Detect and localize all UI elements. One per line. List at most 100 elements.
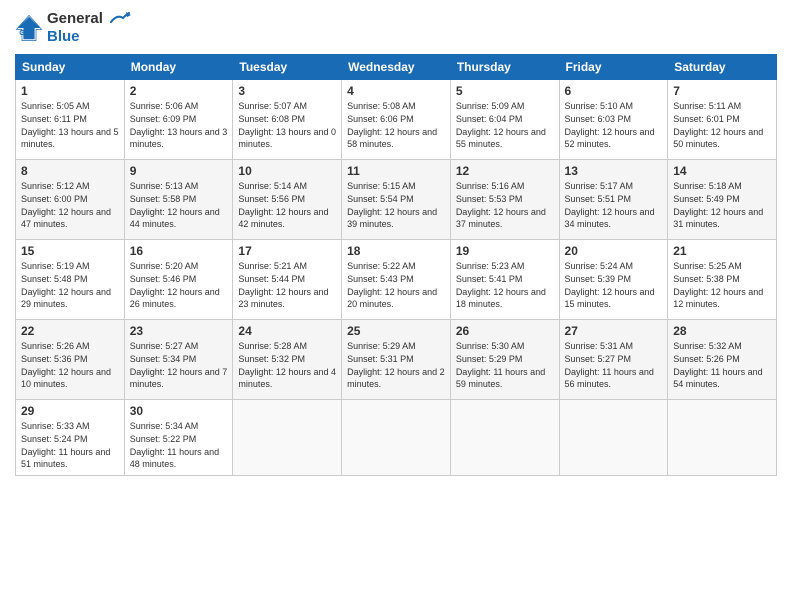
day-content: Sunrise: 5:31 AMSunset: 5:27 PMDaylight:… (565, 340, 663, 390)
calendar-cell: 1 Sunrise: 5:05 AMSunset: 6:11 PMDayligh… (16, 80, 125, 160)
weekday-header-monday: Monday (124, 55, 233, 80)
calendar-cell: 22 Sunrise: 5:26 AMSunset: 5:36 PMDaylig… (16, 320, 125, 400)
day-content: Sunrise: 5:30 AMSunset: 5:29 PMDaylight:… (456, 340, 554, 390)
day-number: 27 (565, 324, 663, 338)
day-number: 1 (21, 84, 119, 98)
day-content: Sunrise: 5:14 AMSunset: 5:56 PMDaylight:… (238, 180, 336, 230)
week-row-3: 15 Sunrise: 5:19 AMSunset: 5:48 PMDaylig… (16, 240, 777, 320)
calendar-cell (559, 400, 668, 475)
calendar-cell: 9 Sunrise: 5:13 AMSunset: 5:58 PMDayligh… (124, 160, 233, 240)
day-number: 9 (130, 164, 228, 178)
calendar-cell: 24 Sunrise: 5:28 AMSunset: 5:32 PMDaylig… (233, 320, 342, 400)
day-number: 15 (21, 244, 119, 258)
calendar-cell (450, 400, 559, 475)
day-content: Sunrise: 5:18 AMSunset: 5:49 PMDaylight:… (673, 180, 771, 230)
day-content: Sunrise: 5:23 AMSunset: 5:41 PMDaylight:… (456, 260, 554, 310)
day-content: Sunrise: 5:24 AMSunset: 5:39 PMDaylight:… (565, 260, 663, 310)
logo: G General Blue (15, 10, 131, 46)
day-number: 22 (21, 324, 119, 338)
calendar-cell: 17 Sunrise: 5:21 AMSunset: 5:44 PMDaylig… (233, 240, 342, 320)
day-content: Sunrise: 5:16 AMSunset: 5:53 PMDaylight:… (456, 180, 554, 230)
day-number: 25 (347, 324, 445, 338)
day-number: 14 (673, 164, 771, 178)
day-number: 29 (21, 404, 119, 418)
day-number: 18 (347, 244, 445, 258)
page: G General Blue SundayMondayTuesdayWednes… (0, 0, 792, 612)
calendar-cell: 13 Sunrise: 5:17 AMSunset: 5:51 PMDaylig… (559, 160, 668, 240)
calendar-cell: 28 Sunrise: 5:32 AMSunset: 5:26 PMDaylig… (668, 320, 777, 400)
logo-text-block: General Blue (47, 10, 131, 46)
calendar-cell: 11 Sunrise: 5:15 AMSunset: 5:54 PMDaylig… (342, 160, 451, 240)
day-number: 16 (130, 244, 228, 258)
day-content: Sunrise: 5:26 AMSunset: 5:36 PMDaylight:… (21, 340, 119, 390)
calendar-cell: 3 Sunrise: 5:07 AMSunset: 6:08 PMDayligh… (233, 80, 342, 160)
weekday-header-tuesday: Tuesday (233, 55, 342, 80)
day-number: 20 (565, 244, 663, 258)
day-content: Sunrise: 5:11 AMSunset: 6:01 PMDaylight:… (673, 100, 771, 150)
day-content: Sunrise: 5:07 AMSunset: 6:08 PMDaylight:… (238, 100, 336, 150)
day-content: Sunrise: 5:12 AMSunset: 6:00 PMDaylight:… (21, 180, 119, 230)
day-content: Sunrise: 5:13 AMSunset: 5:58 PMDaylight:… (130, 180, 228, 230)
calendar-cell: 10 Sunrise: 5:14 AMSunset: 5:56 PMDaylig… (233, 160, 342, 240)
calendar-cell: 23 Sunrise: 5:27 AMSunset: 5:34 PMDaylig… (124, 320, 233, 400)
day-number: 5 (456, 84, 554, 98)
day-content: Sunrise: 5:19 AMSunset: 5:48 PMDaylight:… (21, 260, 119, 310)
day-number: 6 (565, 84, 663, 98)
day-number: 24 (238, 324, 336, 338)
day-number: 8 (21, 164, 119, 178)
calendar-cell: 14 Sunrise: 5:18 AMSunset: 5:49 PMDaylig… (668, 160, 777, 240)
logo-icon: G (15, 14, 43, 42)
calendar-cell: 18 Sunrise: 5:22 AMSunset: 5:43 PMDaylig… (342, 240, 451, 320)
day-number: 7 (673, 84, 771, 98)
calendar-cell: 19 Sunrise: 5:23 AMSunset: 5:41 PMDaylig… (450, 240, 559, 320)
calendar-cell: 2 Sunrise: 5:06 AMSunset: 6:09 PMDayligh… (124, 80, 233, 160)
calendar-cell: 7 Sunrise: 5:11 AMSunset: 6:01 PMDayligh… (668, 80, 777, 160)
calendar-cell: 4 Sunrise: 5:08 AMSunset: 6:06 PMDayligh… (342, 80, 451, 160)
day-number: 12 (456, 164, 554, 178)
calendar-cell: 30 Sunrise: 5:34 AMSunset: 5:22 PMDaylig… (124, 400, 233, 475)
weekday-header-thursday: Thursday (450, 55, 559, 80)
day-number: 10 (238, 164, 336, 178)
calendar: SundayMondayTuesdayWednesdayThursdayFrid… (15, 54, 777, 475)
calendar-cell (233, 400, 342, 475)
calendar-cell: 26 Sunrise: 5:30 AMSunset: 5:29 PMDaylig… (450, 320, 559, 400)
day-number: 13 (565, 164, 663, 178)
week-row-4: 22 Sunrise: 5:26 AMSunset: 5:36 PMDaylig… (16, 320, 777, 400)
logo-general: General (47, 10, 103, 27)
day-number: 28 (673, 324, 771, 338)
day-content: Sunrise: 5:32 AMSunset: 5:26 PMDaylight:… (673, 340, 771, 390)
weekday-header-friday: Friday (559, 55, 668, 80)
calendar-cell: 20 Sunrise: 5:24 AMSunset: 5:39 PMDaylig… (559, 240, 668, 320)
weekday-header-saturday: Saturday (668, 55, 777, 80)
calendar-cell: 21 Sunrise: 5:25 AMSunset: 5:38 PMDaylig… (668, 240, 777, 320)
day-content: Sunrise: 5:08 AMSunset: 6:06 PMDaylight:… (347, 100, 445, 150)
weekday-header-sunday: Sunday (16, 55, 125, 80)
calendar-cell: 16 Sunrise: 5:20 AMSunset: 5:46 PMDaylig… (124, 240, 233, 320)
day-content: Sunrise: 5:06 AMSunset: 6:09 PMDaylight:… (130, 100, 228, 150)
calendar-cell: 27 Sunrise: 5:31 AMSunset: 5:27 PMDaylig… (559, 320, 668, 400)
day-content: Sunrise: 5:21 AMSunset: 5:44 PMDaylight:… (238, 260, 336, 310)
header: G General Blue (15, 10, 777, 46)
week-row-5: 29 Sunrise: 5:33 AMSunset: 5:24 PMDaylig… (16, 400, 777, 475)
day-content: Sunrise: 5:27 AMSunset: 5:34 PMDaylight:… (130, 340, 228, 390)
day-number: 23 (130, 324, 228, 338)
calendar-cell (342, 400, 451, 475)
day-content: Sunrise: 5:20 AMSunset: 5:46 PMDaylight:… (130, 260, 228, 310)
day-number: 17 (238, 244, 336, 258)
svg-text:G: G (19, 30, 25, 37)
day-number: 2 (130, 84, 228, 98)
day-number: 21 (673, 244, 771, 258)
day-content: Sunrise: 5:15 AMSunset: 5:54 PMDaylight:… (347, 180, 445, 230)
day-number: 26 (456, 324, 554, 338)
day-content: Sunrise: 5:05 AMSunset: 6:11 PMDaylight:… (21, 100, 119, 150)
day-number: 19 (456, 244, 554, 258)
calendar-cell: 6 Sunrise: 5:10 AMSunset: 6:03 PMDayligh… (559, 80, 668, 160)
day-content: Sunrise: 5:28 AMSunset: 5:32 PMDaylight:… (238, 340, 336, 390)
day-content: Sunrise: 5:10 AMSunset: 6:03 PMDaylight:… (565, 100, 663, 150)
calendar-cell (668, 400, 777, 475)
day-content: Sunrise: 5:25 AMSunset: 5:38 PMDaylight:… (673, 260, 771, 310)
day-content: Sunrise: 5:09 AMSunset: 6:04 PMDaylight:… (456, 100, 554, 150)
week-row-2: 8 Sunrise: 5:12 AMSunset: 6:00 PMDayligh… (16, 160, 777, 240)
weekday-header-wednesday: Wednesday (342, 55, 451, 80)
week-row-1: 1 Sunrise: 5:05 AMSunset: 6:11 PMDayligh… (16, 80, 777, 160)
